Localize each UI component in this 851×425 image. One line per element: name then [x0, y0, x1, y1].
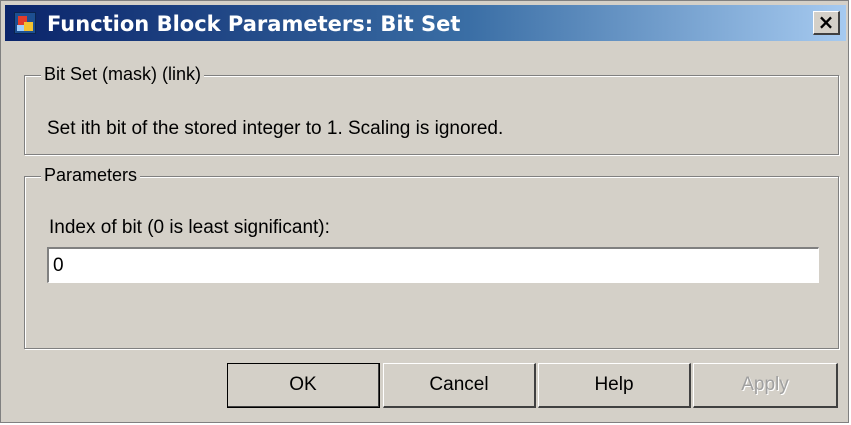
index-of-bit-input[interactable] [47, 247, 819, 283]
ok-button[interactable]: OK [227, 363, 380, 408]
help-button[interactable]: Help [538, 363, 691, 408]
close-button[interactable]: × [813, 11, 840, 35]
simulink-block-icon [14, 12, 36, 34]
title-bar[interactable]: Function Block Parameters: Bit Set × [5, 5, 846, 41]
close-icon: × [817, 10, 835, 34]
cancel-button[interactable]: Cancel [383, 363, 536, 408]
mask-description-group [24, 75, 839, 155]
apply-button[interactable]: Apply [693, 363, 838, 408]
mask-group-legend: Bit Set (mask) (link) [41, 64, 205, 85]
parameters-group-legend: Parameters [41, 165, 141, 186]
index-of-bit-label: Index of bit (0 is least significant): [49, 217, 330, 238]
dialog-window: Function Block Parameters: Bit Set × Bit… [0, 0, 849, 423]
window-title: Function Block Parameters: Bit Set [47, 12, 461, 36]
mask-description-text: Set ith bit of the stored integer to 1. … [47, 118, 504, 139]
